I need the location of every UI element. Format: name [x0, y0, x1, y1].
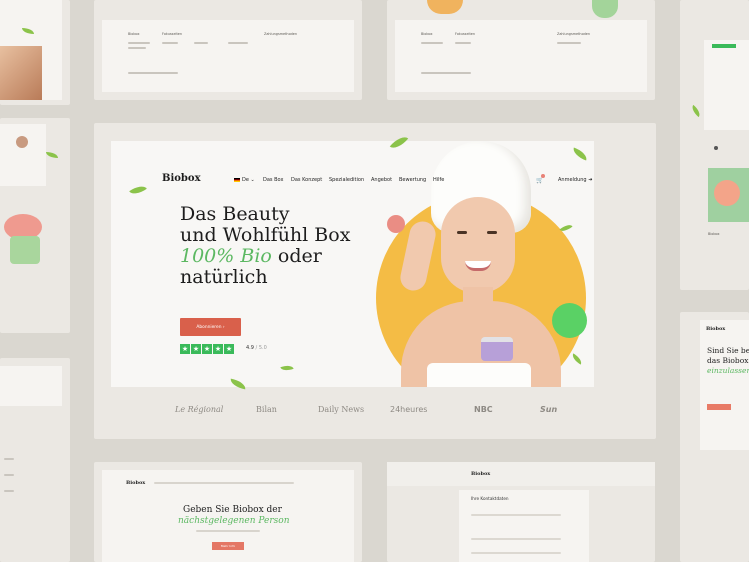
star-icon: ★	[191, 344, 201, 354]
hero-headline-line4: natürlich	[180, 266, 268, 288]
right-card-top: Biobox	[680, 0, 749, 290]
share-title-line2: nächstgelegenen Person	[178, 516, 290, 526]
nav-link-das-konzept[interactable]: Das Konzept	[291, 177, 322, 183]
right-label: Biobox	[708, 232, 720, 236]
left-card-mid	[0, 118, 70, 333]
footer-panel: Biobox Fokusseiten Zahlungsmethoden	[102, 20, 354, 92]
hero-headline-line2: und Wohlfühl Box	[180, 224, 351, 246]
flag-de-icon	[234, 177, 240, 182]
trust-rating-stars: ★ ★ ★ ★ ★	[180, 344, 234, 354]
left-panel	[0, 366, 62, 406]
share-cta-label: Mehr Info	[220, 544, 236, 548]
model-eye-left	[457, 231, 467, 234]
model-towel-body	[427, 363, 531, 387]
hero-headline-line3-rest: oder	[277, 245, 322, 267]
right-title-2: das Biobox	[707, 356, 749, 365]
login-label: Anmeldung	[558, 177, 587, 183]
contact-form-panel: Ihre Kontaktdaten	[459, 490, 589, 562]
brand-logo[interactable]: Biobox	[162, 173, 201, 184]
model-face	[441, 197, 515, 293]
subscribe-button[interactable]: Abonnieren ›	[180, 318, 241, 336]
star-icon: ★	[202, 344, 212, 354]
press-logo-bilan: Bilan	[256, 405, 277, 414]
press-logo-24heures: 24heures	[390, 405, 428, 414]
star-icon: ★	[224, 344, 234, 354]
cart-badge	[541, 174, 545, 178]
decor-blob-salmon	[714, 180, 740, 206]
mini-brand: Biobox	[126, 480, 146, 486]
bottom-panel: Biobox Geben Sie Biobox der nächstgelege…	[102, 470, 354, 562]
footer-card-right: Biobox Fokusseiten Zahlungsmethoden	[387, 0, 655, 100]
press-logo-nbc: NBC	[474, 405, 493, 414]
right-panel	[704, 40, 749, 130]
footer-card-left: Biobox Fokusseiten Zahlungsmethoden	[94, 0, 362, 100]
footer-col-focus: Fokusseiten	[455, 32, 476, 36]
footer-panel: Biobox Fokusseiten Zahlungsmethoden	[395, 20, 647, 92]
model-eye-right	[487, 231, 497, 234]
right-cta-button[interactable]	[707, 404, 731, 410]
chevron-down-icon: ⌄	[248, 177, 255, 183]
decor-blob-orange	[427, 0, 463, 14]
contact-form-title: Ihre Kontaktdaten	[471, 496, 509, 501]
hero-headline-line1: Das Beauty	[180, 203, 290, 225]
leaf-icon	[570, 353, 584, 365]
language-label: De	[242, 177, 249, 183]
footer-col-brand: Biobox	[421, 32, 433, 36]
login-link[interactable]: Anmeldung ➜	[558, 177, 592, 183]
decor-blob-green	[10, 236, 40, 264]
login-arrow-icon: ➜	[588, 177, 593, 183]
avatar	[16, 136, 28, 148]
bottom-card-left: Biobox Geben Sie Biobox der nächstgelege…	[94, 462, 362, 562]
arrow-right-icon: ›	[221, 324, 225, 330]
main-hero-card: Biobox De ⌄ Das Box Das Konzept Speziale…	[94, 123, 656, 439]
right-panel	[700, 320, 749, 450]
nav-link-das-box[interactable]: Das Box	[263, 177, 283, 183]
trust-stars	[712, 44, 736, 48]
footer-col-brand: Biobox	[128, 32, 140, 36]
hero-section: Biobox De ⌄ Das Box Das Konzept Speziale…	[111, 141, 594, 387]
rating-max: / 5.0	[255, 345, 267, 351]
mini-brand: Biobox	[471, 471, 491, 477]
leaf-icon	[280, 363, 294, 373]
right-card-bottom: Biobox Sind Sie ber das Biobox einzulass…	[680, 312, 749, 562]
share-title-line1: Geben Sie Biobox der	[183, 505, 282, 515]
decor-blob-green	[592, 0, 618, 18]
cart-icon[interactable]: 🛒	[536, 177, 543, 184]
nav-link-angebot[interactable]: Angebot	[371, 177, 392, 183]
footer-col-payment: Zahlungsmethoden	[557, 32, 591, 36]
left-card-bottom	[0, 358, 70, 562]
footer-col-focus: Fokusseiten	[162, 32, 183, 36]
model-hand	[398, 219, 438, 293]
left-card-top	[0, 0, 70, 105]
right-title-1: Sind Sie ber	[707, 346, 749, 355]
nav-link-hilfe[interactable]: Hilfe	[433, 177, 444, 183]
right-brand: Biobox	[706, 326, 726, 332]
pagination-dot	[714, 146, 718, 150]
nav-link-bewertung[interactable]: Bewertung	[399, 177, 426, 183]
rating-value: 4.9	[246, 345, 254, 351]
model-avatar-photo	[0, 46, 42, 100]
press-logo-sun: Sun	[540, 405, 558, 414]
hero-headline-highlight: 100% Bio	[180, 245, 272, 267]
bottom-panel: Biobox	[387, 462, 655, 486]
cream-jar	[481, 337, 513, 361]
star-icon: ★	[180, 344, 190, 354]
footer-col-payment: Zahlungsmethoden	[264, 32, 298, 36]
bottom-card-mid: Biobox Ihre Kontaktdaten	[387, 462, 655, 562]
language-selector[interactable]: De ⌄	[234, 177, 255, 183]
press-logo-daily-news: Daily News	[318, 405, 365, 414]
nav-link-spezialedition[interactable]: Spezialedition	[329, 177, 364, 183]
star-icon: ★	[213, 344, 223, 354]
right-title-3: einzulassen	[707, 366, 749, 375]
share-cta-button[interactable]: Mehr Info	[212, 542, 244, 550]
press-logo-le-regional: Le Régional	[175, 405, 224, 414]
hero-headline-line3: 100% Bio oder	[180, 245, 322, 267]
subscribe-button-label: Abonnieren	[196, 324, 222, 330]
left-panel	[0, 124, 46, 186]
rating-score: 4.9 / 5.0	[246, 345, 267, 351]
decor-circle-green	[552, 303, 587, 338]
